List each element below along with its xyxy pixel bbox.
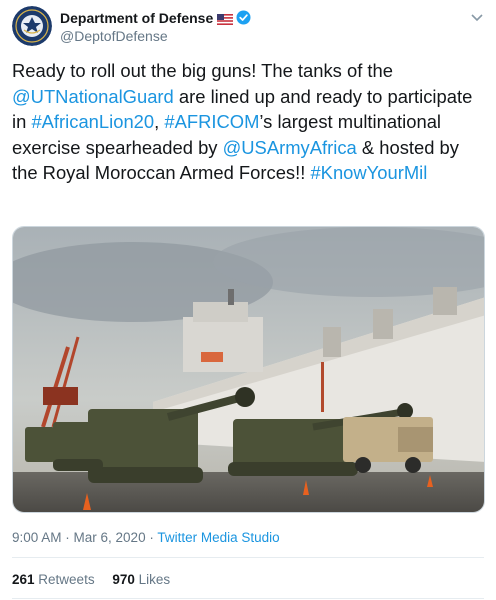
- divider-bottom: [12, 598, 484, 599]
- author-handle[interactable]: @DeptofDefense: [60, 28, 251, 44]
- tweet-link[interactable]: #AfricanLion20: [31, 111, 154, 132]
- meta-separator: ·: [61, 530, 74, 545]
- tweet-link[interactable]: @UTNationalGuard: [12, 86, 174, 107]
- meta-separator-2: ·: [145, 530, 158, 545]
- dod-seal-icon[interactable]: [12, 6, 52, 46]
- tweet-timestamp: 9:00 AM · Mar 6, 2020 · Twitter Media St…: [12, 530, 280, 545]
- likes-label: Likes: [138, 572, 171, 587]
- tweet-text-segment: ,: [154, 111, 165, 132]
- chevron-down-icon[interactable]: [470, 10, 484, 22]
- tweet-source-link[interactable]: Twitter Media Studio: [157, 530, 279, 545]
- author-names: Department of Defense @DeptofDefense: [60, 9, 251, 44]
- tweet-stats: 261 Retweets 970 Likes: [12, 572, 184, 587]
- verified-badge-icon: [236, 10, 251, 25]
- us-flag-icon: [217, 12, 234, 25]
- tweet-link[interactable]: #AFRICOM: [164, 111, 259, 132]
- likes-count: 970: [112, 572, 135, 587]
- divider: [12, 557, 484, 558]
- tweet-date[interactable]: Mar 6, 2020: [74, 530, 146, 545]
- retweets-stat[interactable]: 261 Retweets: [12, 572, 95, 587]
- tweet-text-segment: Ready to roll out the big guns! The tank…: [12, 60, 393, 81]
- tweet-photo[interactable]: [12, 226, 485, 513]
- tweet-link[interactable]: @USArmyAfrica: [223, 137, 357, 158]
- tweet-header: Department of Defense @DeptofDefense: [12, 6, 484, 46]
- display-name[interactable]: Department of Defense: [60, 10, 213, 26]
- tweet-link[interactable]: #KnowYourMil: [310, 162, 427, 183]
- tweet-time[interactable]: 9:00 AM: [12, 530, 62, 545]
- retweets-label: Retweets: [38, 572, 95, 587]
- likes-stat[interactable]: 970 Likes: [112, 572, 170, 587]
- retweets-count: 261: [12, 572, 35, 587]
- tweet-text: Ready to roll out the big guns! The tank…: [12, 58, 488, 186]
